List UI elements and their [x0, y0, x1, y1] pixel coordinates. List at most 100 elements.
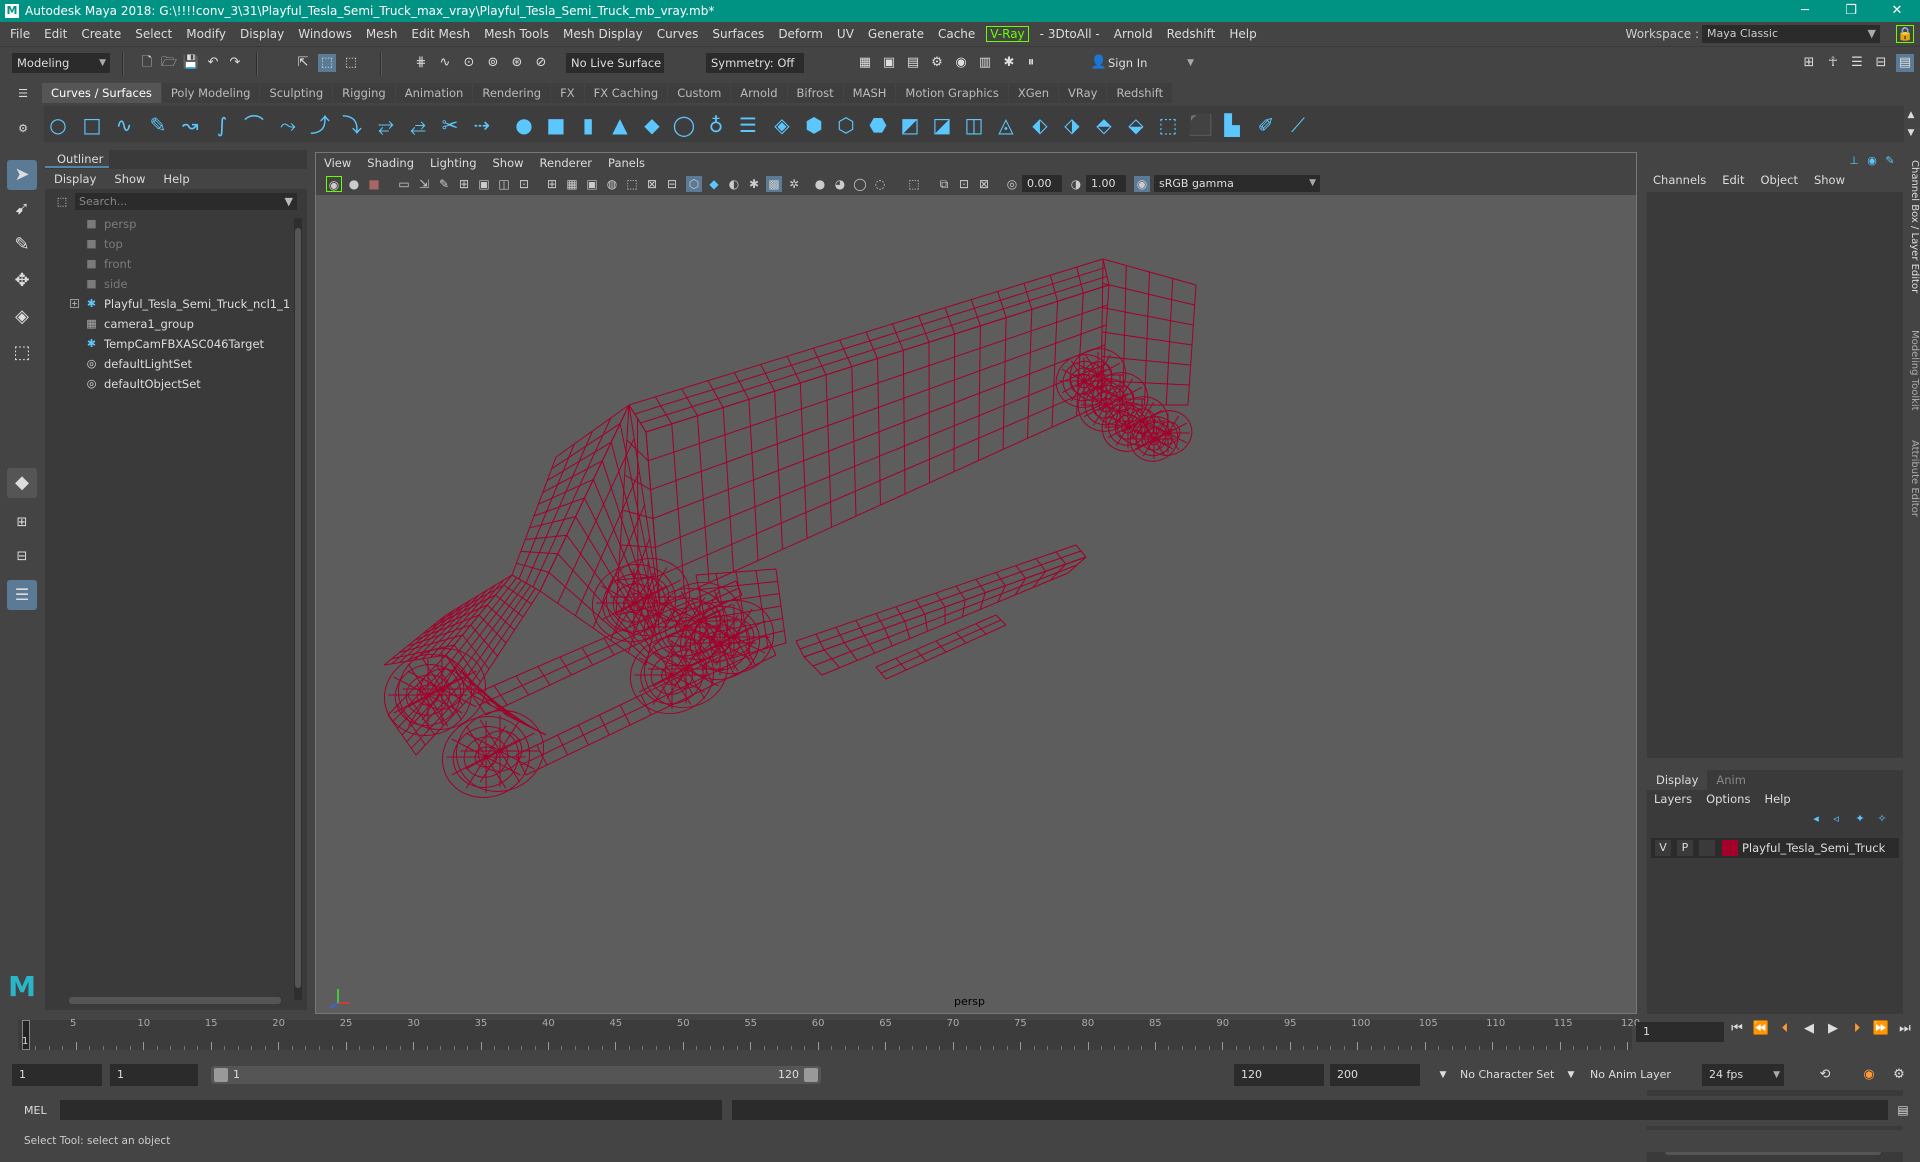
command-input[interactable]: [60, 1100, 722, 1120]
maximize-button[interactable]: ❐: [1828, 0, 1874, 22]
outliner-layout-icon[interactable]: ☰: [7, 580, 37, 610]
script-editor-icon[interactable]: ▤: [1894, 1101, 1912, 1119]
step-back-frame-icon[interactable]: ⏴: [1776, 1019, 1794, 1039]
layer-display-type-toggle[interactable]: [1699, 840, 1715, 856]
outliner-horizontal-scrollbar[interactable]: [57, 995, 289, 1005]
layer-menu-help[interactable]: Help: [1757, 790, 1797, 808]
channel-box-toggle-icon[interactable]: ⊥: [1845, 152, 1863, 170]
menu-edit[interactable]: Edit: [37, 22, 74, 46]
menu-uv[interactable]: UV: [830, 22, 861, 46]
snap-surface-icon[interactable]: ⊛: [508, 54, 526, 72]
menu-mesh-tools[interactable]: Mesh Tools: [477, 22, 556, 46]
shelf-tab-animation[interactable]: Animation: [395, 83, 473, 103]
side-tab-modeling-toolkit[interactable]: Modeling Toolkit: [1905, 330, 1920, 411]
add-points-icon[interactable]: ⇢: [470, 113, 494, 137]
outliner-menu-display[interactable]: Display: [45, 169, 105, 189]
menu-arnold[interactable]: Arnold: [1107, 22, 1160, 46]
outliner-item-default-object-set[interactable]: ◎ defaultObjectSet: [45, 374, 287, 394]
menu-edit-mesh[interactable]: Edit Mesh: [404, 22, 477, 46]
lights-icon[interactable]: ⬚: [624, 176, 640, 192]
symmetry-field[interactable]: Symmetry: Off: [706, 53, 804, 73]
lock-icon[interactable]: 🔒: [1896, 25, 1914, 43]
shelf-tab-bifrost[interactable]: Bifrost: [787, 83, 843, 103]
go-to-end-icon[interactable]: ⏭: [1896, 1019, 1914, 1039]
viewport-menu-view[interactable]: View: [316, 153, 359, 173]
menu-modify[interactable]: Modify: [179, 22, 233, 46]
gamma-field[interactable]: 1.00: [1086, 175, 1126, 192]
select-object-icon[interactable]: ⬚: [318, 54, 336, 72]
outliner-item-default-light-set[interactable]: ◎ defaultLightSet: [45, 354, 287, 374]
shelf-settings-icon[interactable]: ⚙: [14, 120, 32, 138]
menu-vray[interactable]: V-Ray: [986, 26, 1029, 42]
isolate-view-icon[interactable]: ◌: [872, 176, 888, 192]
go-to-start-icon[interactable]: ⏮: [1728, 1019, 1746, 1039]
xray-icon[interactable]: ▩: [766, 176, 782, 192]
sign-in-button[interactable]: Sign In ▼: [1086, 53, 1198, 73]
layer-menu-layers[interactable]: Layers: [1647, 790, 1699, 808]
menu-cache[interactable]: Cache: [931, 22, 982, 46]
minimize-button[interactable]: ─: [1782, 0, 1828, 22]
extrude-icon[interactable]: ⬢: [802, 113, 826, 137]
default-material-icon[interactable]: ▣: [584, 176, 600, 192]
playback-options-icon[interactable]: ⚙: [1890, 1066, 1908, 1084]
human-ik-icon[interactable]: ☥: [1824, 54, 1842, 72]
play-backwards-icon[interactable]: ◀: [1800, 1019, 1818, 1039]
display-hud-icon[interactable]: ⬚: [906, 176, 922, 192]
frame-all-icon[interactable]: ⊡: [956, 176, 972, 192]
shelf-tab-xgen[interactable]: XGen: [1008, 83, 1058, 103]
move-layer-up-icon[interactable]: ◂: [1807, 810, 1825, 828]
side-tab-channel-box[interactable]: Channel Box / Layer Editor: [1905, 160, 1920, 293]
workspace-select[interactable]: Maya Classic ▼: [1702, 25, 1880, 43]
new-layer-selected-icon[interactable]: ✧: [1873, 810, 1891, 828]
select-hierarchy-icon[interactable]: ⇱: [294, 54, 312, 72]
extend-surface-icon[interactable]: ⬙: [1124, 113, 1148, 137]
viewport-menu-renderer[interactable]: Renderer: [532, 153, 601, 173]
pause-icon[interactable]: ⏸: [1022, 54, 1040, 72]
viewport-canvas[interactable]: persp: [316, 195, 1636, 1013]
shelf-tab-curves-surfaces[interactable]: Curves / Surfaces: [42, 83, 161, 103]
rebuild-curve-icon[interactable]: ✂: [438, 113, 462, 137]
single-perspective-icon[interactable]: ◆: [7, 468, 37, 498]
viewport-menu-lighting[interactable]: Lighting: [422, 153, 484, 173]
outliner-item-tempcam-target[interactable]: ✱ TempCamFBXASC046Target: [45, 334, 287, 354]
extend-curve-icon[interactable]: ⥂: [374, 113, 398, 137]
two-d-pan-icon[interactable]: ⇲: [416, 176, 432, 192]
boundary-icon[interactable]: ⬣: [866, 113, 890, 137]
four-view-layout-icon[interactable]: ⊞: [7, 508, 37, 538]
shelf-tab-vray[interactable]: VRay: [1059, 83, 1107, 103]
outliner-title[interactable]: Outliner: [45, 150, 109, 168]
nurbs-cylinder-icon[interactable]: ▮: [576, 113, 600, 137]
current-frame-field[interactable]: 1: [1636, 1022, 1724, 1042]
birail-icon[interactable]: ⬡: [834, 113, 858, 137]
nurbs-cone-icon[interactable]: ▲: [608, 113, 632, 137]
loop-icon[interactable]: ⟲: [1816, 1066, 1834, 1084]
play-forwards-icon[interactable]: ▶: [1824, 1019, 1842, 1039]
layer-toggle-icon[interactable]: ✎: [1881, 152, 1899, 170]
layer-tab-anim[interactable]: Anim: [1707, 770, 1755, 790]
viewport-menu-panels[interactable]: Panels: [600, 153, 653, 173]
light-editor-icon[interactable]: ✱: [1000, 54, 1018, 72]
paint-select-tool-icon[interactable]: ✎: [7, 230, 37, 260]
nurbs-sphere-icon[interactable]: ●: [512, 113, 536, 137]
menu-3dtoall[interactable]: - 3DtoAll -: [1033, 22, 1107, 46]
anim-end-field[interactable]: 200: [1330, 1064, 1420, 1086]
chevron-down-icon[interactable]: ▼: [1434, 1066, 1452, 1084]
antialiasing-icon[interactable]: ✱: [746, 176, 762, 192]
menu-select[interactable]: Select: [128, 22, 179, 46]
expand-icon[interactable]: +: [70, 299, 79, 308]
menu-display[interactable]: Display: [233, 22, 291, 46]
menu-curves[interactable]: Curves: [650, 22, 706, 46]
shelf-tab-poly-modeling[interactable]: Poly Modeling: [161, 83, 260, 103]
attribute-toggle-icon[interactable]: ◉: [1863, 152, 1881, 170]
menu-windows[interactable]: Windows: [291, 22, 359, 46]
outliner-vertical-scrollbar[interactable]: [294, 218, 302, 1000]
snap-curve-icon[interactable]: ∿: [436, 54, 454, 72]
lasso-tool-icon[interactable]: ➹: [7, 194, 37, 224]
insert-isoparm-icon[interactable]: ⬚: [1156, 113, 1180, 137]
shelf-menu-icon[interactable]: ☰: [14, 85, 32, 103]
outliner-menu-help[interactable]: Help: [154, 169, 198, 189]
resolution-gate-icon[interactable]: ◫: [496, 176, 512, 192]
grease-pencil-icon[interactable]: ✎: [436, 176, 452, 192]
move-tool-icon[interactable]: ✥: [7, 266, 37, 296]
anim-layer-select[interactable]: No Anim Layer: [1582, 1064, 1682, 1086]
